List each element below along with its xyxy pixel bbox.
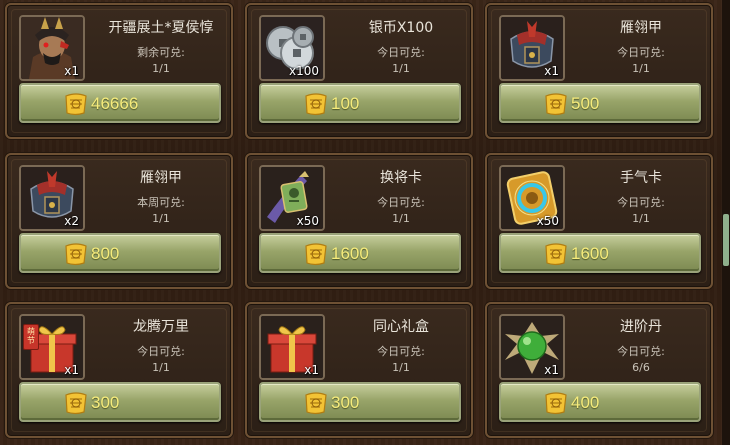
general-portrait-icon[interactable]: x1 bbox=[19, 15, 85, 81]
exchange-button[interactable]: 46666 bbox=[19, 83, 221, 123]
remaining-count: 1/1 bbox=[632, 212, 650, 225]
item-name: 进阶丹 bbox=[620, 319, 662, 335]
gold-scroll-icon bbox=[303, 241, 329, 271]
quantity-label: x1 bbox=[64, 363, 79, 377]
exchange-card: x1 进阶丹 今日可兑: 6/6 400 bbox=[485, 302, 713, 438]
gift-box-icon[interactable]: 萌节 x1 bbox=[19, 314, 85, 380]
exchange-button[interactable]: 400 bbox=[499, 382, 701, 422]
limit-label: 剩余可兑: bbox=[137, 46, 185, 59]
remaining-count: 1/1 bbox=[632, 62, 650, 75]
price: 400 bbox=[571, 393, 600, 412]
item-name: 银币X100 bbox=[368, 20, 434, 36]
gold-scroll-icon bbox=[303, 390, 329, 420]
exchange-card: x1 同心礼盒 今日可兑: 1/1 300 bbox=[245, 302, 473, 438]
festival-badge: 萌节 bbox=[23, 324, 39, 350]
gold-scroll-icon bbox=[63, 390, 89, 420]
limit-label: 今日可兑: bbox=[617, 46, 665, 59]
exchange-grid: x1 开疆展土*夏侯惇 剩余可兑: 1/1 46666 x100 银币X100 … bbox=[0, 0, 730, 445]
limit-label: 本周可兑: bbox=[137, 196, 185, 209]
price: 46666 bbox=[91, 94, 139, 113]
gold-scroll-icon bbox=[63, 241, 89, 271]
exchange-card: 萌节 x1 龙腾万里 今日可兑: 1/1 300 bbox=[5, 302, 233, 438]
silver-coins-icon[interactable]: x100 bbox=[259, 15, 325, 81]
exchange-button[interactable]: 800 bbox=[19, 233, 221, 273]
exchange-button[interactable]: 100 bbox=[259, 83, 461, 123]
exchange-card: x100 银币X100 今日可兑: 1/1 100 bbox=[245, 3, 473, 139]
exchange-card: x50 换将卡 今日可兑: 1/1 1600 bbox=[245, 153, 473, 289]
remaining-count: 1/1 bbox=[392, 62, 410, 75]
quantity-label: x100 bbox=[288, 64, 319, 78]
exchange-card: x2 雁翎甲 本周可兑: 1/1 800 bbox=[5, 153, 233, 289]
advance-pill-icon[interactable]: x1 bbox=[499, 314, 565, 380]
price: 1600 bbox=[571, 244, 609, 263]
item-name: 手气卡 bbox=[620, 170, 662, 186]
exchange-card: x50 手气卡 今日可兑: 1/1 1600 bbox=[485, 153, 713, 289]
limit-label: 今日可兑: bbox=[617, 345, 665, 358]
limit-label: 今日可兑: bbox=[617, 196, 665, 209]
price: 500 bbox=[571, 94, 600, 113]
remaining-count: 1/1 bbox=[152, 62, 170, 75]
price: 100 bbox=[331, 94, 360, 113]
scrollbar-thumb[interactable] bbox=[723, 214, 729, 266]
gift-box-icon[interactable]: x1 bbox=[259, 314, 325, 380]
gold-scroll-icon bbox=[543, 241, 569, 271]
remaining-count: 1/1 bbox=[152, 212, 170, 225]
armor-icon[interactable]: x2 bbox=[19, 165, 85, 231]
gold-scroll-icon bbox=[543, 390, 569, 420]
item-name: 开疆展土*夏侯惇 bbox=[108, 20, 214, 36]
price: 300 bbox=[91, 393, 120, 412]
luck-card-icon[interactable]: x50 bbox=[499, 165, 565, 231]
remaining-count: 1/1 bbox=[392, 212, 410, 225]
swap-general-card-icon[interactable]: x50 bbox=[259, 165, 325, 231]
quantity-label: x2 bbox=[64, 214, 79, 228]
quantity-label: x1 bbox=[304, 363, 319, 377]
gold-scroll-icon bbox=[303, 91, 329, 121]
armor-icon[interactable]: x1 bbox=[499, 15, 565, 81]
exchange-card: x1 开疆展土*夏侯惇 剩余可兑: 1/1 46666 bbox=[5, 3, 233, 139]
exchange-button[interactable]: 300 bbox=[259, 382, 461, 422]
quantity-label: x50 bbox=[296, 214, 319, 228]
exchange-button[interactable]: 1600 bbox=[499, 233, 701, 273]
quantity-label: x50 bbox=[536, 214, 559, 228]
gold-scroll-icon bbox=[63, 91, 89, 121]
limit-label: 今日可兑: bbox=[377, 46, 425, 59]
exchange-card: x1 雁翎甲 今日可兑: 1/1 500 bbox=[485, 3, 713, 139]
exchange-button[interactable]: 1600 bbox=[259, 233, 461, 273]
exchange-button[interactable]: 300 bbox=[19, 382, 221, 422]
remaining-count: 1/1 bbox=[392, 361, 410, 374]
item-name: 换将卡 bbox=[380, 170, 422, 186]
remaining-count: 6/6 bbox=[632, 361, 650, 374]
limit-label: 今日可兑: bbox=[137, 345, 185, 358]
limit-label: 今日可兑: bbox=[377, 345, 425, 358]
price: 1600 bbox=[331, 244, 369, 263]
quantity-label: x1 bbox=[544, 64, 559, 78]
quantity-label: x1 bbox=[64, 64, 79, 78]
price: 800 bbox=[91, 244, 120, 263]
item-name: 同心礼盒 bbox=[373, 319, 429, 335]
price: 300 bbox=[331, 393, 360, 412]
item-name: 雁翎甲 bbox=[140, 170, 182, 186]
remaining-count: 1/1 bbox=[152, 361, 170, 374]
quantity-label: x1 bbox=[544, 363, 559, 377]
limit-label: 今日可兑: bbox=[377, 196, 425, 209]
gold-scroll-icon bbox=[543, 91, 569, 121]
item-name: 雁翎甲 bbox=[620, 20, 662, 36]
item-name: 龙腾万里 bbox=[133, 319, 189, 335]
exchange-button[interactable]: 500 bbox=[499, 83, 701, 123]
